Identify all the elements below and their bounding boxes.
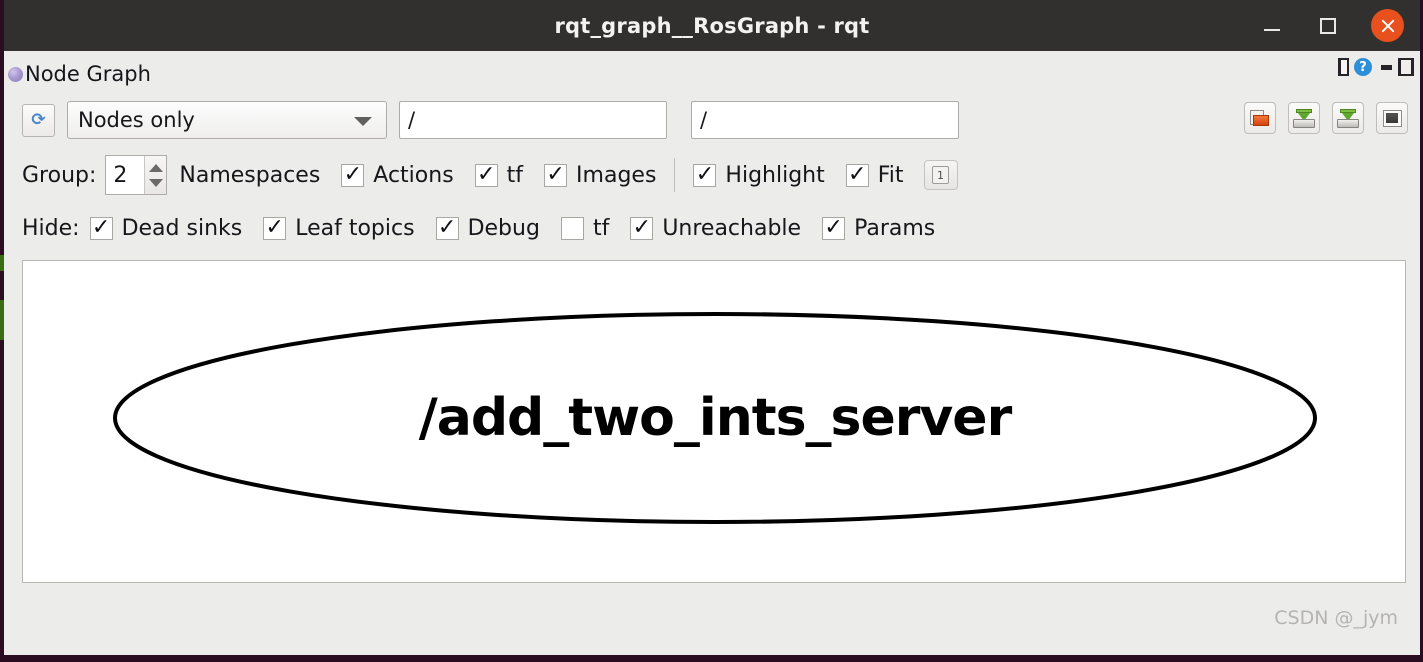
application-window: rqt_graph__RosGraph - rqt Node Graph ? ⟳… — [0, 0, 1423, 662]
panel-buttons: ? — [1338, 58, 1414, 76]
undock-icon — [1338, 58, 1349, 76]
checkbox-images-box[interactable] — [544, 163, 568, 187]
toolbar-separator — [674, 158, 676, 192]
checkbox-leaf-topics[interactable]: Leaf topics — [263, 215, 415, 241]
close-button[interactable] — [1371, 9, 1404, 42]
save-dot-icon — [1293, 108, 1315, 128]
minimize-button[interactable] — [1259, 13, 1285, 39]
checkbox-tf-box[interactable] — [474, 163, 498, 187]
checkbox-debug[interactable]: Debug — [435, 215, 540, 241]
panel-minimize-button[interactable] — [1377, 64, 1396, 70]
checkbox-hide-tf-label: tf — [592, 215, 610, 241]
topic-filter-input[interactable] — [691, 101, 959, 139]
toolbar-row-hide: Hide: Dead sinks Leaf topics Debug tf — [22, 202, 1420, 254]
node-graph-icon — [8, 67, 23, 82]
checkbox-dead-sinks[interactable]: Dead sinks — [89, 215, 243, 241]
node-filter-input[interactable] — [399, 101, 667, 139]
fit-view-button[interactable] — [1376, 102, 1408, 134]
window-controls — [1259, 0, 1404, 51]
graph-type-select[interactable]: Nodes only — [67, 101, 387, 139]
title-bar: rqt_graph__RosGraph - rqt — [4, 0, 1420, 51]
group-depth-value: 2 — [113, 162, 128, 188]
checkbox-tf-label: tf — [506, 162, 524, 188]
checkbox-images[interactable]: Images — [544, 163, 656, 188]
panel-help-button[interactable]: ? — [1354, 58, 1372, 76]
panel-close-button[interactable] — [1398, 58, 1414, 76]
chevron-down-icon — [354, 117, 372, 126]
checkbox-params-label: Params — [854, 215, 936, 241]
checkbox-actions-label: Actions — [373, 162, 454, 188]
zoom-reset-button[interactable]: 1 — [923, 160, 958, 190]
maximize-icon — [1320, 17, 1336, 34]
checkbox-debug-box[interactable] — [435, 216, 459, 240]
checkbox-highlight-label: Highlight — [725, 162, 825, 188]
hide-label: Hide: — [22, 215, 80, 241]
checkbox-leaf-topics-label: Leaf topics — [295, 215, 415, 241]
graph-svg: /add_two_ints_server — [113, 312, 1317, 524]
fit-in-view-icon — [1382, 109, 1402, 127]
save-dot-button[interactable] — [1288, 102, 1320, 134]
folder-open-icon — [1250, 109, 1270, 127]
refresh-button[interactable]: ⟳ — [22, 103, 55, 137]
checkbox-hide-tf[interactable]: tf — [560, 215, 610, 241]
save-image-icon — [1337, 108, 1359, 128]
group-label: Group: — [22, 162, 97, 188]
close-icon — [1380, 18, 1396, 34]
panel-title-group: Node Graph — [8, 63, 151, 85]
checkbox-dead-sinks-box[interactable] — [89, 216, 113, 240]
window-edge-accent — [0, 300, 4, 340]
minimize-icon — [1264, 29, 1280, 31]
toolbar-row-options: Group: 2 Namespaces Actions tf — [22, 148, 1420, 202]
toolbar-row-primary: ⟳ Nodes only — [22, 92, 1420, 148]
refresh-icon: ⟳ — [31, 109, 46, 130]
checkbox-leaf-topics-box[interactable] — [263, 216, 287, 240]
toolbar-actions — [1244, 102, 1408, 134]
toolbar: ⟳ Nodes only / / Group: 2 Namespaces ✓ A… — [4, 92, 1420, 254]
panel-close-icon — [1398, 58, 1414, 76]
help-icon: ? — [1354, 58, 1372, 76]
panel-title: Node Graph — [25, 61, 151, 86]
graph-type-value: Nodes only — [78, 108, 195, 132]
checkbox-unreachable-box[interactable] — [630, 216, 654, 240]
checkbox-highlight[interactable]: Highlight — [693, 162, 825, 188]
undock-panel-button[interactable] — [1338, 58, 1349, 76]
maximize-button[interactable] — [1315, 13, 1341, 39]
checkbox-actions-box[interactable] — [341, 163, 365, 187]
window-edge-accent-secondary — [0, 255, 4, 271]
watermark: CSDN @_jym — [1274, 607, 1398, 629]
load-dot-button[interactable] — [1244, 102, 1276, 134]
checkbox-params-box[interactable] — [822, 216, 846, 240]
checkbox-unreachable-label: Unreachable — [662, 215, 802, 241]
group-depth-spin-buttons[interactable] — [144, 156, 167, 194]
zoom-reset-icon: 1 — [932, 166, 950, 184]
checkbox-highlight-box[interactable] — [693, 163, 717, 187]
checkbox-actions[interactable]: Actions — [341, 162, 454, 188]
checkbox-fit-label: Fit — [877, 162, 904, 188]
checkbox-images-label: Images — [576, 162, 657, 188]
checkbox-dead-sinks-label: Dead sinks — [121, 215, 243, 241]
checkbox-hide-tf-box[interactable] — [560, 216, 584, 240]
spin-down-icon[interactable] — [148, 178, 163, 187]
checkbox-tf[interactable]: tf — [474, 162, 524, 188]
group-depth-stepper[interactable]: 2 — [105, 155, 168, 195]
window-title: rqt_graph__RosGraph - rqt — [554, 13, 870, 38]
checkbox-unreachable[interactable]: Unreachable — [630, 216, 801, 241]
node-label: /add_two_ints_server — [419, 388, 1013, 448]
graph-canvas[interactable]: /add_two_ints_server — [22, 260, 1406, 583]
footer: CSDN @_jym — [4, 583, 1420, 639]
checkbox-debug-label: Debug — [467, 215, 540, 241]
panel-minimize-icon — [1381, 64, 1392, 70]
namespaces-label: Namespaces — [179, 162, 321, 188]
checkbox-params[interactable]: Params — [822, 216, 935, 241]
checkbox-fit-box[interactable] — [845, 163, 869, 187]
checkbox-fit[interactable]: Fit — [845, 162, 904, 188]
spin-up-icon[interactable] — [148, 163, 163, 172]
graph-node-add-two-ints-server: /add_two_ints_server — [113, 312, 1317, 524]
dock-panel-header: Node Graph ? — [4, 51, 1420, 92]
save-image-button[interactable] — [1332, 102, 1364, 134]
